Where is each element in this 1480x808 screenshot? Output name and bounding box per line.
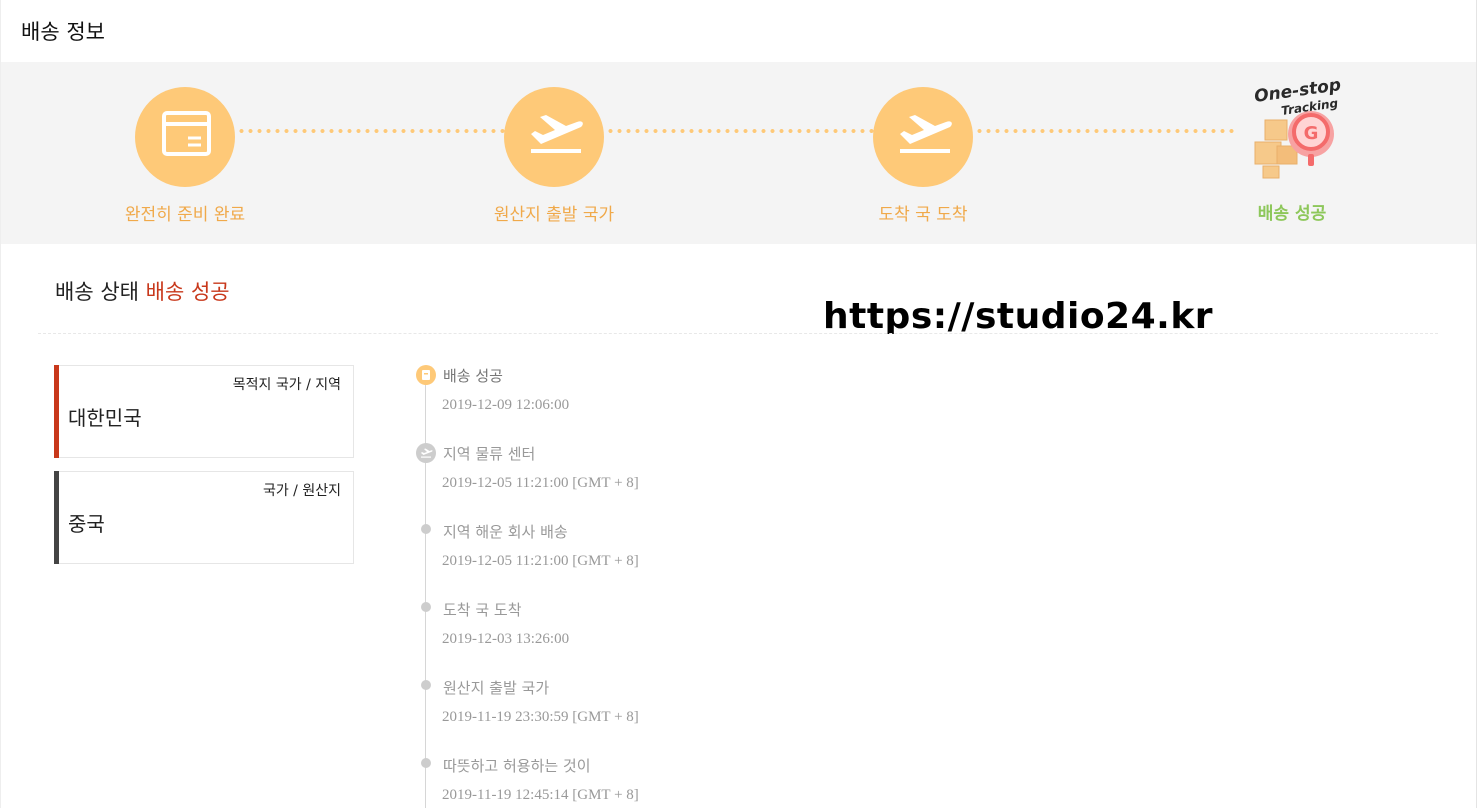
timeline-item-time: 2019-11-19 12:45:14 [GMT + 8] — [442, 787, 639, 803]
step-departure-circle — [504, 87, 604, 187]
timeline-item-time: 2019-11-19 23:30:59 [GMT + 8] — [442, 709, 639, 725]
step-ready-circle — [135, 87, 235, 187]
timeline-item-time: 2019-12-05 11:21:00 [GMT + 8] — [442, 553, 639, 569]
origin-caption: 국가 / 원산지 — [262, 483, 341, 499]
one-stop-tracking-logo: One-stop Tracking G — [1247, 75, 1343, 184]
timeline-item-title: 지역 물류 센터 — [443, 445, 536, 463]
delivery-status: 배송 상태 배송 성공 — [55, 276, 230, 306]
timeline-item-time: 2019-12-09 12:06:00 — [442, 397, 570, 413]
destination-caption: 목적지 국가 / 지역 — [232, 377, 341, 393]
page-title: 배송 정보 — [21, 20, 105, 44]
plane-takeoff-icon — [900, 115, 952, 153]
status-label: 배송 상태 — [55, 280, 139, 304]
progress-dots — [237, 129, 505, 133]
delivered-icon — [416, 365, 436, 385]
destination-card: 목적지 국가 / 지역 대한민국 — [54, 365, 354, 458]
package-icon — [162, 111, 211, 156]
shipping-progress-band: 완전히 준비 완료 원산지 출발 국가 도착 국 도착 One-stop Tra… — [1, 62, 1476, 244]
origin-card: 국가 / 원산지 중국 — [54, 471, 354, 564]
section-divider — [38, 333, 1438, 334]
timeline-dot — [421, 758, 431, 768]
destination-accent-bar — [54, 365, 59, 458]
timeline-item-title: 따뜻하고 허용하는 것이 — [443, 757, 591, 775]
timeline-item-title: 배송 성공 — [443, 367, 503, 385]
timeline-item-time: 2019-12-05 11:21:00 [GMT + 8] — [442, 475, 639, 491]
boxes-magnifier-icon: G — [1254, 111, 1334, 179]
status-value: 배송 성공 — [145, 280, 230, 304]
step-departure-label: 원산지 출발 국가 — [493, 205, 615, 225]
timeline-item-title: 지역 해운 회사 배송 — [443, 523, 568, 541]
step-delivered-label: 배송 성공 — [1257, 204, 1327, 224]
progress-dots — [975, 129, 1237, 133]
step-arrival-label: 도착 국 도착 — [878, 205, 968, 225]
step-arrival-circle — [873, 87, 973, 187]
watermark-text: https://studio24.kr — [823, 296, 1214, 334]
plane-icon — [416, 443, 436, 463]
svg-text:G: G — [1304, 123, 1319, 144]
plane-takeoff-icon — [531, 115, 583, 153]
origin-accent-bar — [54, 471, 59, 564]
timeline-dot — [421, 602, 431, 612]
timeline-item-title: 원산지 출발 국가 — [443, 679, 550, 697]
timeline-dot — [421, 524, 431, 534]
destination-value: 대한민국 — [68, 406, 142, 430]
timeline-item-title: 도착 국 도착 — [443, 601, 522, 619]
step-ready-label: 완전히 준비 완료 — [124, 205, 246, 225]
origin-value: 중국 — [68, 512, 105, 536]
timeline-item-time: 2019-12-03 13:26:00 — [442, 631, 570, 647]
timeline-dot — [421, 680, 431, 690]
progress-dots — [606, 129, 874, 133]
